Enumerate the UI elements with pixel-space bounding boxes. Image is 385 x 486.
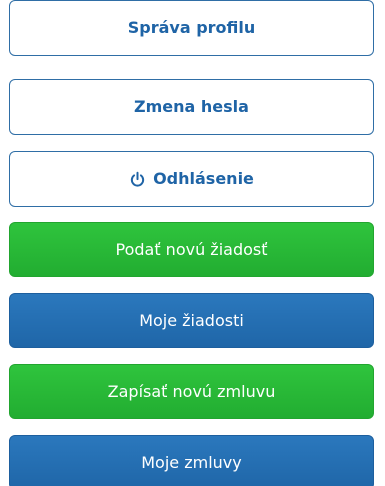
my-contracts-button[interactable]: Moje zmluvy [9,435,374,486]
change-password-label: Zmena hesla [134,97,249,116]
logout-label: Odhlásenie [153,169,254,188]
profile-management-button[interactable]: Správa profilu [9,0,374,56]
my-contracts-label: Moje zmluvy [141,452,242,472]
new-request-label: Podať novú žiadosť [115,239,268,259]
profile-management-label: Správa profilu [127,18,256,37]
my-requests-label: Moje žiadosti [139,310,244,330]
power-icon [129,171,146,188]
logout-button[interactable]: Odhlásenie [9,151,374,207]
new-contract-button[interactable]: Zapísať novú zmluvu [9,364,374,419]
change-password-button[interactable]: Zmena hesla [9,79,374,135]
new-request-button[interactable]: Podať novú žiadosť [9,222,374,277]
account-menu: Správa profilu Zmena hesla Odhlásenie Po… [0,0,385,486]
my-requests-button[interactable]: Moje žiadosti [9,293,374,348]
new-contract-label: Zapísať novú zmluvu [107,381,276,401]
